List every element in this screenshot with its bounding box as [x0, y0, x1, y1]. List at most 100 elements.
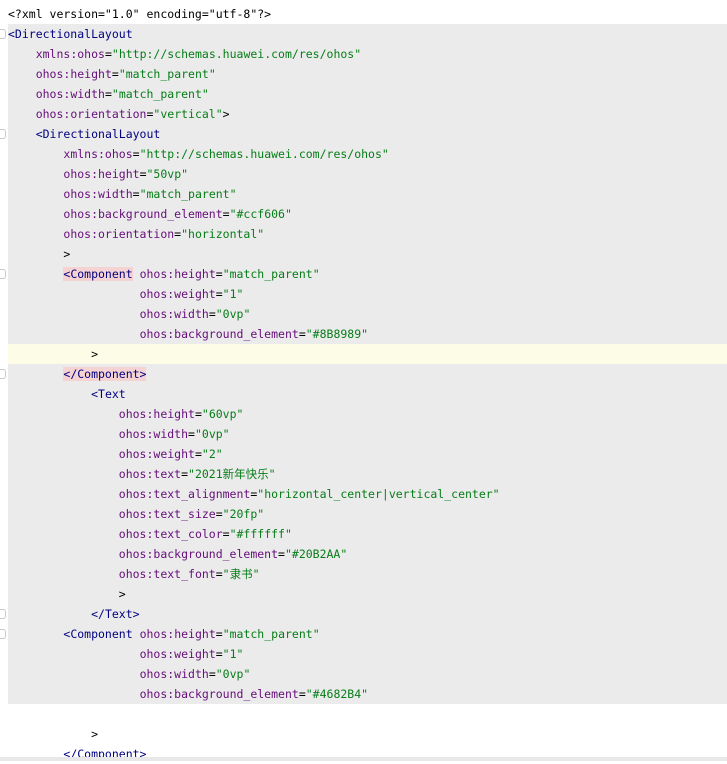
- code-line[interactable]: ohos:width="match_parent": [0, 184, 727, 204]
- code-line[interactable]: ohos:height="60vp": [0, 404, 727, 424]
- code-line[interactable]: <DirectionalLayout: [0, 124, 727, 144]
- code-line[interactable]: ohos:height="match_parent": [0, 64, 727, 84]
- token-str: "#4682B4": [305, 687, 369, 701]
- code-line[interactable]: ohos:background_element="#8B8989": [0, 324, 727, 344]
- code-text: ohos:background_element="#ccf606": [8, 204, 292, 224]
- token-pun: =: [215, 647, 223, 661]
- code-text: <Component ohos:height="match_parent": [8, 624, 319, 644]
- code-line[interactable]: </Text>: [0, 604, 727, 624]
- token-attr: ohos:orientation: [63, 227, 175, 241]
- code-line[interactable]: >: [0, 344, 727, 364]
- token-attr: ohos:width: [63, 187, 133, 201]
- code-line[interactable]: <?xml version="1.0" encoding="utf-8"?>: [0, 4, 727, 24]
- code-line[interactable]: <Component ohos:height="match_parent": [0, 264, 727, 284]
- token-str: "60vp": [201, 407, 244, 421]
- code-line[interactable]: ohos:background_element="#20B2AA": [0, 544, 727, 564]
- gutter: [0, 564, 8, 584]
- token-pun: =: [104, 47, 112, 61]
- code-text: xmlns:ohos="http://schemas.huawei.com/re…: [8, 44, 361, 64]
- code-line[interactable]: ohos:width="match_parent": [0, 84, 727, 104]
- gutter: [0, 104, 8, 124]
- code-line[interactable]: [0, 704, 727, 724]
- code-text: <Component ohos:height="match_parent": [8, 264, 320, 284]
- code-line[interactable]: >: [0, 244, 727, 264]
- gutter: [0, 404, 8, 424]
- gutter: [0, 304, 8, 324]
- code-line[interactable]: >: [0, 724, 727, 744]
- code-text: ohos:height="match_parent": [8, 64, 216, 84]
- fold-marker-icon[interactable]: [0, 369, 6, 379]
- code-line[interactable]: <Text: [0, 384, 727, 404]
- gutter: [0, 144, 8, 164]
- token-attr: ohos:orientation: [35, 107, 147, 121]
- token-attr: ohos:background_element: [139, 687, 299, 701]
- token-str: "0vp": [194, 427, 230, 441]
- code-line[interactable]: ohos:width="0vp": [0, 304, 727, 324]
- code-text: ohos:width="0vp": [8, 664, 251, 684]
- gutter: [0, 84, 8, 104]
- code-line[interactable]: ohos:text="2021新年快乐": [0, 464, 727, 484]
- token-attr: ohos:background_element: [118, 547, 279, 561]
- token-str: "隶书": [222, 567, 260, 581]
- code-line[interactable]: </Component>: [0, 744, 727, 764]
- fold-marker-icon[interactable]: [0, 29, 6, 39]
- code-line[interactable]: <DirectionalLayout: [0, 24, 727, 44]
- gutter: [0, 644, 8, 664]
- token-tag: </Component>: [63, 367, 147, 381]
- fold-marker-icon[interactable]: [0, 129, 6, 139]
- token-attr: ohos:weight: [139, 287, 216, 301]
- code-line[interactable]: ohos:weight="2": [0, 444, 727, 464]
- code-line[interactable]: </Component>: [0, 364, 727, 384]
- code-line[interactable]: ohos:orientation="vertical">: [0, 104, 727, 124]
- token-str: "2021新年快乐": [188, 467, 276, 481]
- code-line[interactable]: ohos:orientation="horizontal": [0, 224, 727, 244]
- code-line[interactable]: ohos:background_element="#ccf606": [0, 204, 727, 224]
- token-tag: <DirectionalLayout: [8, 27, 133, 41]
- code-line[interactable]: ohos:width="0vp": [0, 424, 727, 444]
- code-line[interactable]: ohos:text_font="隶书": [0, 564, 727, 584]
- code-line[interactable]: >: [0, 584, 727, 604]
- code-text: ohos:background_element="#20B2AA": [8, 544, 348, 564]
- gutter: [0, 324, 8, 344]
- code-line[interactable]: ohos:text_color="#ffffff": [0, 524, 727, 544]
- gutter: [0, 284, 8, 304]
- token-str: "horizontal": [181, 227, 265, 241]
- fold-marker-icon[interactable]: [0, 269, 6, 279]
- code-text: </Text>: [8, 604, 139, 624]
- token-pun: =: [278, 547, 285, 561]
- code-line[interactable]: ohos:text_size="20fp": [0, 504, 727, 524]
- code-text: ohos:text_color="#ffffff": [8, 524, 292, 544]
- token-attr: ohos:width: [139, 667, 209, 681]
- horizontal-scrollbar[interactable]: [0, 757, 727, 761]
- code-line[interactable]: <Component ohos:height="match_parent": [0, 624, 727, 644]
- gutter: [0, 484, 8, 504]
- token-str: "horizontal_center|vertical_center": [257, 487, 500, 501]
- code-text: </Component>: [8, 744, 146, 764]
- token-pun: =: [132, 187, 140, 201]
- code-line[interactable]: ohos:weight="1": [0, 644, 727, 664]
- code-line[interactable]: ohos:height="50vp": [0, 164, 727, 184]
- code-line[interactable]: ohos:text_alignment="horizontal_center|v…: [0, 484, 727, 504]
- code-text: ohos:text_font="隶书": [8, 564, 260, 584]
- code-line[interactable]: xmlns:ohos="http://schemas.huawei.com/re…: [0, 44, 727, 64]
- code-line[interactable]: ohos:background_element="#4682B4": [0, 684, 727, 704]
- code-line[interactable]: ohos:weight="1": [0, 284, 727, 304]
- code-editor[interactable]: <?xml version="1.0" encoding="utf-8"?> <D…: [0, 0, 727, 764]
- token-pun: =: [215, 287, 223, 301]
- fold-marker-icon[interactable]: [0, 609, 6, 619]
- token-attr: ohos:height: [35, 67, 112, 81]
- code-line[interactable]: xmlns:ohos="http://schemas.huawei.com/re…: [0, 144, 727, 164]
- token-pun: >: [91, 727, 99, 741]
- token-attr: ohos:width: [35, 87, 105, 101]
- fold-marker-icon[interactable]: [0, 629, 6, 639]
- token-attr: ohos:width: [139, 307, 209, 321]
- code-line[interactable]: ohos:width="0vp": [0, 664, 727, 684]
